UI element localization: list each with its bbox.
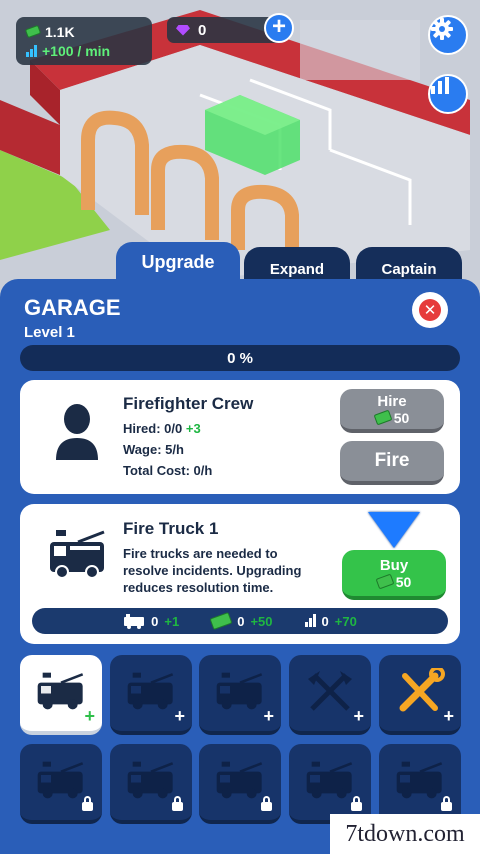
crew-hired: Hired: 0/0 +3	[123, 421, 201, 436]
truck-description-3: reduces resolution time.	[123, 580, 274, 595]
firefighter-crew-card: Firefighter Crew Hired: 0/0 +3 Wage: 5/h…	[20, 380, 460, 494]
stat-power-bonus: +70	[334, 613, 357, 629]
crew-title: Firefighter Crew	[123, 394, 254, 413]
add-icon: +	[174, 706, 185, 726]
lock-icon	[172, 796, 183, 811]
fire-truck-icon	[126, 671, 176, 716]
upgrade-slot-5[interactable]: +	[379, 655, 461, 735]
tools-icon	[395, 665, 445, 719]
building-level: Level 1	[24, 324, 75, 341]
fire-truck-icon	[126, 760, 176, 805]
upgrade-slot-6[interactable]	[20, 744, 102, 824]
close-button[interactable]: ✕	[412, 292, 448, 328]
level-progress-bar: 0 %	[20, 345, 460, 371]
lock-icon	[261, 796, 272, 811]
progress-text: 0 %	[227, 349, 253, 367]
buy-truck-button[interactable]: Buy 50	[342, 550, 446, 600]
fire-truck-icon	[36, 760, 86, 805]
stat-trucks-bonus: +1	[164, 613, 180, 629]
fire-truck-icon	[215, 760, 265, 805]
crew-hired-text: Hired: 0/0	[123, 421, 183, 436]
firefighter-person-icon	[56, 404, 98, 460]
buy-label: Buy	[379, 556, 409, 574]
fire-truck-icon	[36, 671, 86, 716]
watermark: 7tdown.com	[330, 814, 480, 854]
truck-stats-bar: 0 +1 0 +50 0 +70	[32, 608, 448, 634]
gems-value: 0	[198, 21, 207, 39]
cash-icon	[24, 24, 42, 39]
building-title: GARAGE	[24, 295, 121, 320]
stat-power: 0 +70	[304, 613, 357, 629]
hire-button[interactable]: Hire 50	[340, 389, 444, 433]
crew-wage: Wage: 5/h	[123, 442, 184, 457]
fire-truck-icon	[215, 671, 265, 716]
upgrade-slot-1[interactable]: +	[20, 655, 102, 735]
buy-gems-button[interactable]: +	[264, 13, 294, 43]
gear-icon	[431, 18, 453, 40]
stat-power-value: 0	[321, 613, 329, 629]
hire-cost: 50	[373, 409, 410, 426]
cash-counter: 1.1K	[24, 22, 142, 41]
income-rate: +100 / min	[26, 41, 142, 60]
upgrade-slot-4[interactable]: +	[289, 655, 371, 735]
lock-icon	[351, 796, 362, 811]
gem-icon	[176, 24, 190, 36]
add-icon: +	[84, 706, 95, 726]
cash-icon	[375, 573, 395, 590]
add-icon: +	[263, 706, 274, 726]
upgrade-slot-10[interactable]	[379, 744, 461, 824]
income-rate-value: +100 / min	[42, 42, 111, 59]
stat-trucks: 0 +1	[123, 613, 179, 629]
stat-trucks-value: 0	[151, 613, 159, 629]
upgrade-slot-9[interactable]	[289, 744, 371, 824]
upgrade-slot-2[interactable]: +	[110, 655, 192, 735]
statistics-button[interactable]	[428, 74, 468, 114]
settings-button[interactable]	[428, 15, 468, 55]
add-icon: +	[353, 706, 364, 726]
fire-label: Fire	[374, 450, 410, 471]
crew-hired-bonus: +3	[185, 421, 201, 436]
cash-stack-icon	[209, 611, 233, 631]
crossed-axes-icon	[306, 669, 354, 718]
power-bars-icon	[304, 614, 316, 627]
lock-icon	[82, 796, 93, 811]
cash-value: 1.1K	[45, 23, 75, 40]
stat-cash: 0 +50	[209, 611, 273, 631]
bar-chart-icon	[431, 77, 449, 94]
fire-truck-icon	[305, 760, 355, 805]
income-bars-icon	[26, 44, 37, 57]
fire-button[interactable]: Fire	[340, 441, 444, 485]
buy-cost-value: 50	[395, 573, 412, 590]
buy-cost: 50	[375, 573, 412, 590]
tab-upgrade[interactable]: Upgrade	[116, 242, 240, 282]
fire-truck-icon	[50, 530, 105, 579]
stat-cash-bonus: +50	[250, 613, 273, 629]
upgrade-slot-8[interactable]	[199, 744, 281, 824]
truck-description-2: resolve incidents. Upgrading	[123, 563, 302, 578]
add-icon: +	[443, 706, 454, 726]
lock-icon	[441, 796, 452, 811]
upgrade-slot-3[interactable]: +	[199, 655, 281, 735]
cash-icon	[373, 409, 393, 426]
close-icon: ✕	[419, 299, 441, 321]
resource-panel: 1.1K +100 / min	[16, 17, 152, 65]
crew-total-cost: Total Cost: 0/h	[123, 463, 213, 478]
truck-description-1: Fire trucks are needed to	[123, 546, 278, 561]
stat-cash-value: 0	[237, 613, 245, 629]
truck-small-icon	[124, 614, 145, 629]
hire-cost-value: 50	[393, 409, 410, 426]
fire-truck-icon	[395, 760, 445, 805]
upgrade-slot-7[interactable]	[110, 744, 192, 824]
tutorial-arrow-icon	[368, 512, 420, 548]
hire-label: Hire	[377, 392, 407, 410]
truck-title: Fire Truck 1	[123, 519, 219, 538]
